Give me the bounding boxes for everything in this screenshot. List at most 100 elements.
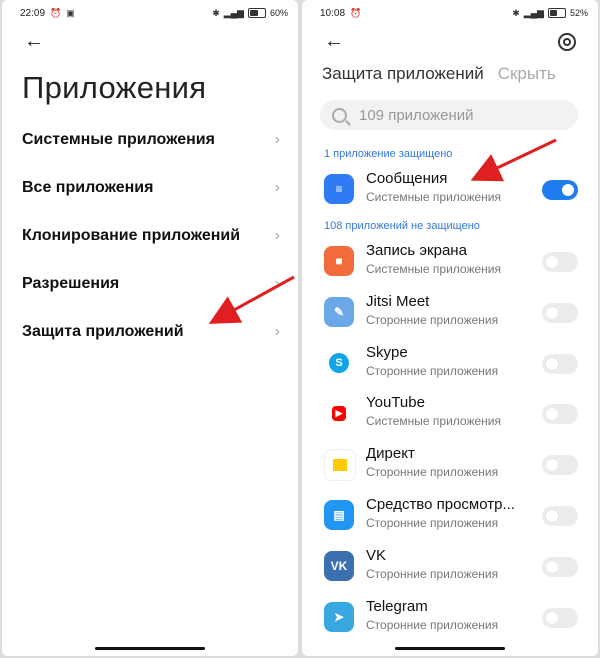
app-name: VK	[366, 546, 387, 564]
toggle-knob	[546, 459, 558, 472]
lock-toggle[interactable]	[542, 404, 578, 425]
toggle-knob	[546, 256, 558, 268]
bluetooth-icon: ✱	[512, 8, 520, 18]
list-item[interactable]: VK VK Сторонние приложения	[324, 543, 578, 591]
lock-toggle[interactable]	[542, 506, 578, 526]
alarm-icon: ⏰	[50, 8, 62, 18]
youtube-icon: ▶	[324, 398, 354, 429]
lock-toggle[interactable]	[542, 252, 578, 272]
chevron-right-icon: ›	[274, 227, 280, 244]
list-item[interactable]: ▶ YouTube Системные приложения	[324, 390, 578, 438]
app-category: Сторонние приложения	[366, 516, 499, 530]
app-name: Средство просмотр...	[366, 496, 515, 513]
app-category: Сторонние приложения	[366, 363, 499, 378]
lock-toggle[interactable]	[542, 180, 578, 200]
app-category: Системные приложения	[366, 414, 501, 429]
list-item[interactable]: S Skype Сторонние приложения	[324, 340, 578, 388]
messages-icon: ≡	[324, 174, 354, 204]
app-category: Сторонние приложения	[366, 312, 499, 327]
status-bar: 22:09 ⏰ ▣ ✱ ▂▄▆ 60%	[2, 0, 298, 26]
toggle-knob	[546, 408, 558, 421]
settings-apps-screen: 22:09 ⏰ ▣ ✱ ▂▄▆ 60% ← Приложения Системн…	[2, 0, 298, 656]
alarm-icon: ⏰	[350, 8, 362, 18]
list-item[interactable]: ≡ Сообщения Системные приложения	[324, 166, 578, 214]
back-arrow-icon[interactable]: ←	[324, 31, 344, 51]
app-category: Сторонние приложения	[366, 566, 499, 581]
status-bar: 10:08 ⏰ ✱ ▂▄▆ 52%	[302, 0, 598, 26]
signal-icon: ▂▄▆	[523, 8, 544, 18]
lock-toggle[interactable]	[542, 353, 578, 374]
menu-item-label: Клонирование приложений	[22, 227, 241, 244]
menu-item-all-apps[interactable]: Все приложения ›	[22, 170, 280, 206]
app-category: Сторонние приложения	[366, 617, 499, 632]
direct-icon	[324, 449, 356, 482]
app-category: Системные приложения	[366, 190, 501, 204]
page-title: Приложения	[22, 70, 207, 105]
skype-icon: S	[324, 347, 354, 378]
lock-toggle[interactable]	[542, 302, 578, 323]
notification-icon: ▣	[66, 8, 75, 18]
battery-percent: 60%	[269, 8, 288, 18]
app-name: Skype	[366, 343, 408, 361]
list-item[interactable]: Директ Сторонние приложения	[324, 441, 578, 489]
document-viewer-icon: ▤	[324, 500, 354, 530]
status-time: 22:09	[20, 7, 46, 19]
app-name: Директ	[366, 445, 415, 463]
vk-icon: VK	[324, 550, 354, 581]
app-category: Системные приложения	[366, 262, 501, 276]
app-name: Jitsi Meet	[366, 292, 430, 310]
menu-item-permissions[interactable]: Разрешения ›	[22, 266, 280, 302]
menu-item-system-apps[interactable]: Системные приложения ›	[22, 122, 280, 158]
telegram-icon: ➤	[324, 601, 354, 632]
list-item[interactable]: ■ Запись экрана Системные приложения	[324, 238, 578, 286]
back-arrow-icon[interactable]: ←	[24, 31, 44, 51]
chevron-right-icon: ›	[274, 179, 280, 196]
chevron-right-icon: ›	[274, 275, 280, 292]
list-item[interactable]: ➤ Telegram Сторонние приложения	[324, 594, 578, 642]
section-protected-header: 1 приложение защищено	[324, 148, 453, 160]
tab-bar: Защита приложений Скрыть	[322, 64, 556, 84]
chevron-right-icon: ›	[274, 131, 280, 148]
tab-hide[interactable]: Скрыть	[498, 64, 556, 84]
menu-item-app-lock[interactable]: Защита приложений ›	[22, 314, 280, 350]
menu-item-label: Разрешения	[22, 275, 120, 292]
toggle-knob	[546, 357, 558, 370]
lock-toggle[interactable]	[542, 455, 578, 476]
menu-item-clone-apps[interactable]: Клонирование приложений ›	[22, 218, 280, 254]
battery-icon	[547, 8, 566, 18]
screen-recorder-icon: ■	[324, 246, 354, 276]
app-category: Сторонние приложения	[366, 465, 499, 480]
battery-icon	[247, 8, 266, 18]
home-indicator[interactable]	[395, 647, 505, 650]
toggle-knob	[546, 510, 558, 522]
toggle-knob	[562, 184, 574, 196]
menu-item-label: Все приложения	[22, 179, 154, 196]
chevron-right-icon: ›	[274, 323, 280, 340]
toggle-knob	[546, 611, 558, 624]
jitsi-meet-icon: ✎	[324, 296, 354, 327]
list-item[interactable]: ▤ Средство просмотр... Сторонние приложени…	[324, 492, 578, 540]
app-name: YouTube	[366, 394, 425, 412]
home-indicator[interactable]	[95, 647, 205, 650]
search-placeholder: 109 приложений	[359, 106, 474, 124]
status-time: 10:08	[320, 7, 346, 19]
bluetooth-icon: ✱	[212, 8, 220, 18]
section-unprotected-header: 108 приложений не защищено	[324, 220, 480, 232]
gear-icon[interactable]	[558, 33, 576, 51]
lock-toggle[interactable]	[542, 607, 578, 628]
app-lock-screen: 10:08 ⏰ ✱ ▂▄▆ 52% ← Защита приложений Ск…	[302, 0, 598, 656]
app-name: Запись экрана	[366, 242, 467, 259]
search-icon	[332, 107, 347, 123]
app-name: Сообщения	[366, 170, 448, 187]
menu-item-label: Системные приложения	[22, 131, 215, 148]
menu-item-label: Защита приложений	[22, 323, 184, 340]
toggle-knob	[546, 306, 558, 319]
toggle-knob	[546, 560, 558, 573]
list-item[interactable]: ✎ Jitsi Meet Сторонние приложения	[324, 289, 578, 337]
battery-percent: 52%	[569, 8, 588, 18]
tab-app-protection[interactable]: Защита приложений	[322, 64, 484, 84]
signal-icon: ▂▄▆	[223, 8, 244, 18]
search-input[interactable]: 109 приложений	[320, 100, 578, 130]
app-name: Telegram	[366, 597, 428, 615]
lock-toggle[interactable]	[542, 556, 578, 577]
